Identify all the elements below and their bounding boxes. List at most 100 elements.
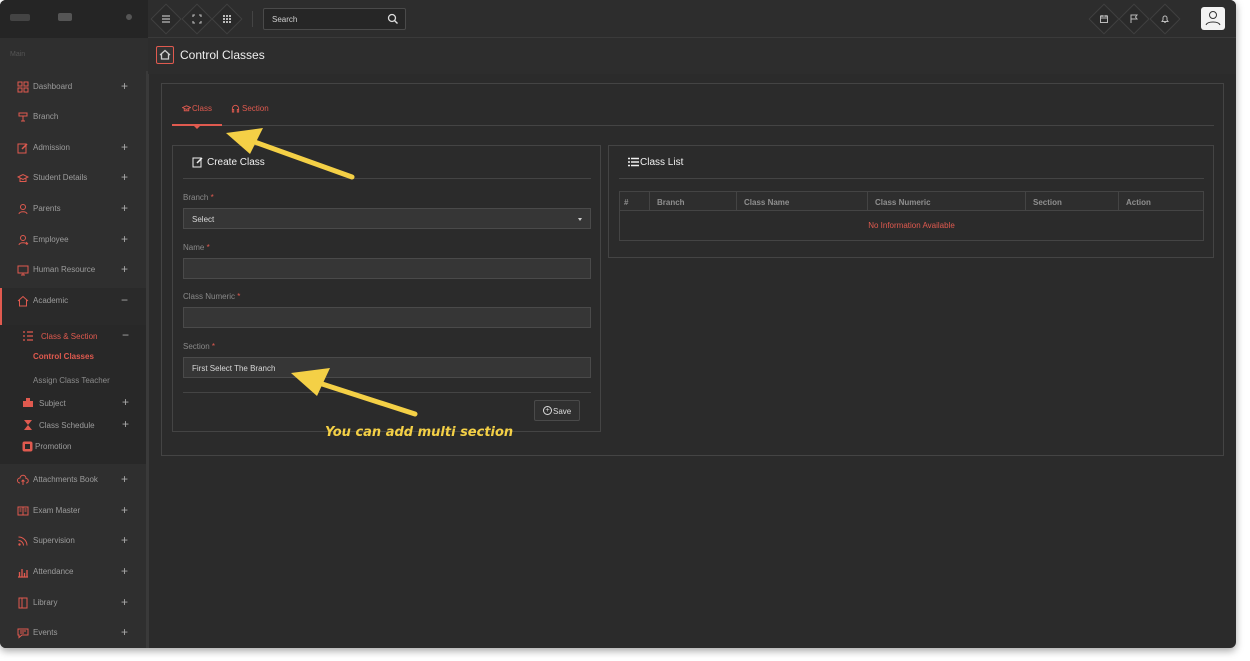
sidebar-item-admission[interactable]: Admission + — [0, 137, 146, 159]
library-icon — [17, 597, 29, 609]
submenu-assign-class-teacher[interactable]: Assign Class Teacher — [33, 376, 110, 385]
logo — [0, 0, 148, 38]
section-select-value: First Select The Branch — [192, 364, 276, 373]
submenu-label: Subject — [39, 399, 66, 408]
class-numeric-field[interactable] — [183, 307, 591, 328]
sidebar-item-label: Human Resource — [33, 265, 96, 274]
expand-icon[interactable]: + — [121, 170, 128, 184]
expand-icon[interactable]: + — [121, 79, 128, 93]
sidebar-item-library[interactable]: Library + — [0, 592, 146, 614]
section-select[interactable]: First Select The Branch — [183, 357, 591, 378]
submenu-subject[interactable]: Subject + — [22, 395, 142, 409]
search-icon[interactable] — [387, 13, 399, 25]
collapse-icon[interactable]: − — [121, 293, 128, 307]
graduation-cap-icon — [16, 172, 30, 184]
sidebar-item-label: Attendance — [33, 567, 74, 576]
branch-select[interactable]: Select — [183, 208, 591, 229]
expand-icon[interactable]: + — [121, 201, 128, 215]
content-header: Control Classes — [148, 38, 1236, 74]
submenu-class-section[interactable]: Class & Section − — [22, 328, 142, 343]
home-icon — [159, 49, 171, 60]
expand-icon[interactable]: + — [121, 472, 128, 486]
headset-icon — [231, 104, 240, 113]
list-icon — [628, 157, 639, 167]
top-bar — [0, 0, 1236, 38]
sidebar-item-label: Exam Master — [33, 506, 81, 515]
sidebar-item-supervision[interactable]: Supervision + — [0, 530, 146, 552]
section-label: Section * — [183, 342, 216, 351]
sidebar-item-academic[interactable]: Academic − — [0, 290, 146, 312]
save-button[interactable]: + Save — [534, 400, 580, 421]
divider — [619, 178, 1204, 179]
tab-label: Class — [192, 104, 213, 113]
employee-icon — [17, 234, 29, 246]
sidebar-scrollbar[interactable] — [146, 71, 149, 648]
promotion-icon — [22, 441, 33, 452]
main-panel: Class Section Create Class Branch * Sele… — [161, 83, 1224, 456]
sidebar-item-label: Academic — [33, 296, 69, 305]
home-button[interactable] — [156, 46, 174, 64]
sidebar-item-exam-master[interactable]: Exam Master + — [0, 500, 146, 522]
academic-submenu: Class & Section − Control Classes Assign… — [0, 325, 146, 464]
expand-icon[interactable]: + — [121, 140, 128, 154]
avatar[interactable] — [1201, 7, 1225, 30]
name-field[interactable] — [183, 258, 591, 279]
column-header: Branch — [657, 198, 685, 207]
sidebar-item-label: Admission — [33, 143, 70, 152]
calendar-icon — [1095, 10, 1113, 28]
sidebar-section-label: Main — [10, 51, 26, 58]
submenu-control-classes[interactable]: Control Classes — [33, 352, 94, 361]
sidebar-item-label: Dashboard — [33, 82, 73, 91]
column-header: Class Numeric — [875, 198, 931, 207]
submenu-label: Class & Section — [41, 332, 98, 341]
branch-select-value: Select — [192, 215, 215, 224]
expand-icon[interactable]: + — [122, 395, 129, 409]
expand-icon[interactable]: + — [121, 232, 128, 246]
expand-icon[interactable]: + — [121, 533, 128, 547]
sidebar: Main Dashboard + Branch Admission + Stud… — [0, 38, 148, 648]
sidebar-item-employee[interactable]: Employee + — [0, 229, 146, 251]
collapse-icon[interactable]: − — [122, 328, 129, 342]
sidebar-item-branch[interactable]: Branch — [0, 106, 146, 128]
book-icon — [17, 505, 29, 517]
search-box — [263, 8, 406, 30]
create-class-card: Create Class Branch * Select Name * Clas… — [172, 145, 601, 432]
search-input[interactable] — [264, 9, 384, 29]
hourglass-icon — [24, 420, 32, 430]
app-window: Main Dashboard + Branch Admission + — [0, 0, 1236, 648]
expand-icon[interactable]: + — [121, 503, 128, 517]
sidebar-item-label: Events — [33, 628, 58, 637]
tab-active-caret — [194, 126, 200, 129]
submenu-class-schedule[interactable]: Class Schedule + — [22, 417, 142, 431]
annotation-text: You can add multi section — [325, 425, 514, 440]
monitor-icon — [17, 264, 29, 276]
dashboard-icon — [17, 81, 29, 93]
submenu-promotion[interactable]: Promotion — [22, 439, 142, 453]
sidebar-item-dashboard[interactable]: Dashboard + — [0, 76, 146, 98]
branch-icon — [17, 111, 29, 123]
column-header: Class Name — [744, 198, 790, 207]
branch-label: Branch * — [183, 193, 214, 202]
class-numeric-label: Class Numeric * — [183, 292, 241, 301]
user-icon — [1205, 11, 1221, 26]
sidebar-item-student-details[interactable]: Student Details + — [0, 167, 146, 189]
expand-icon[interactable]: + — [121, 625, 128, 639]
message-icon — [17, 627, 29, 639]
page-title: Control Classes — [180, 48, 265, 62]
sidebar-item-attachments-book[interactable]: Attachments Book + — [0, 469, 146, 491]
expand-icon[interactable]: + — [121, 262, 128, 276]
sidebar-item-events[interactable]: Events + — [0, 622, 146, 644]
expand-icon[interactable]: + — [121, 564, 128, 578]
sidebar-item-human-resource[interactable]: Human Resource + — [0, 259, 146, 281]
table-header: # Branch Class Name Class Numeric Sectio… — [619, 191, 1204, 211]
sidebar-item-attendance[interactable]: Attendance + — [0, 561, 146, 583]
expand-icon[interactable]: + — [122, 417, 129, 431]
subject-icon — [23, 398, 33, 407]
sidebar-item-label: Employee — [33, 235, 69, 244]
tab-label: Section — [242, 104, 269, 113]
sidebar-item-parents[interactable]: Parents + — [0, 198, 146, 220]
rss-icon — [17, 535, 29, 547]
sidebar-item-label: Branch — [33, 112, 59, 121]
empty-message: No Information Available — [868, 221, 955, 230]
expand-icon[interactable]: + — [121, 595, 128, 609]
